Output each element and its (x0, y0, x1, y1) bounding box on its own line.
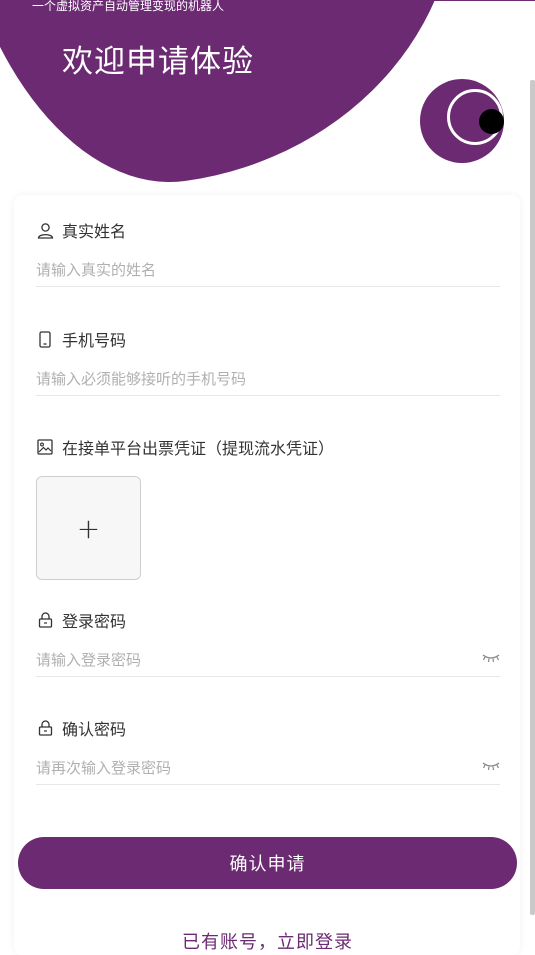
confirm-password-input[interactable] (36, 754, 456, 782)
lock-icon (36, 719, 54, 737)
confirm-label: 确认密码 (62, 720, 127, 739)
user-icon (36, 221, 54, 239)
voucher-field: 在接单平台出票凭证（提现流水凭证） + (36, 436, 500, 580)
eye-closed-icon[interactable] (482, 652, 500, 664)
name-field: 真实姓名 (36, 219, 500, 287)
logo-eye-pupil (479, 109, 504, 134)
voucher-upload-button[interactable]: + (36, 476, 141, 580)
phone-input[interactable] (36, 365, 456, 393)
eye-closed-icon[interactable] (482, 760, 500, 772)
page-title: 欢迎申请体验 (62, 44, 254, 80)
confirm-password-field: 确认密码 (36, 717, 500, 785)
password-input-row (36, 646, 500, 677)
confirm-label-row: 确认密码 (36, 717, 500, 739)
phone-label-row: 手机号码 (36, 328, 500, 350)
password-field: 登录密码 (36, 609, 500, 677)
name-input-row (36, 256, 500, 287)
plus-icon: + (76, 511, 101, 545)
phone-icon (36, 330, 54, 348)
name-input[interactable] (36, 256, 456, 284)
voucher-label-row: 在接单平台出票凭证（提现流水凭证） (36, 436, 500, 458)
password-label-row: 登录密码 (36, 609, 500, 631)
phone-input-row (36, 365, 500, 396)
scrollbar[interactable] (530, 80, 535, 915)
confirm-apply-button[interactable]: 确认申请 (18, 837, 517, 889)
phone-label: 手机号码 (62, 331, 127, 350)
confirm-input-row (36, 754, 500, 785)
phone-field: 手机号码 (36, 328, 500, 396)
password-label: 登录密码 (62, 612, 127, 631)
voucher-label: 在接单平台出票凭证（提现流水凭证） (62, 439, 335, 458)
name-label: 真实姓名 (62, 222, 127, 241)
password-input[interactable] (36, 646, 456, 674)
header-blob (0, 0, 493, 208)
login-link[interactable]: 已有账号，立即登录 (0, 928, 535, 954)
name-label-row: 真实姓名 (36, 219, 500, 241)
lock-icon (36, 611, 54, 629)
app-tagline: 一个虚拟资产自动管理变现的机器人 (32, 0, 225, 13)
image-icon (36, 438, 54, 456)
header-line (410, 0, 535, 1)
